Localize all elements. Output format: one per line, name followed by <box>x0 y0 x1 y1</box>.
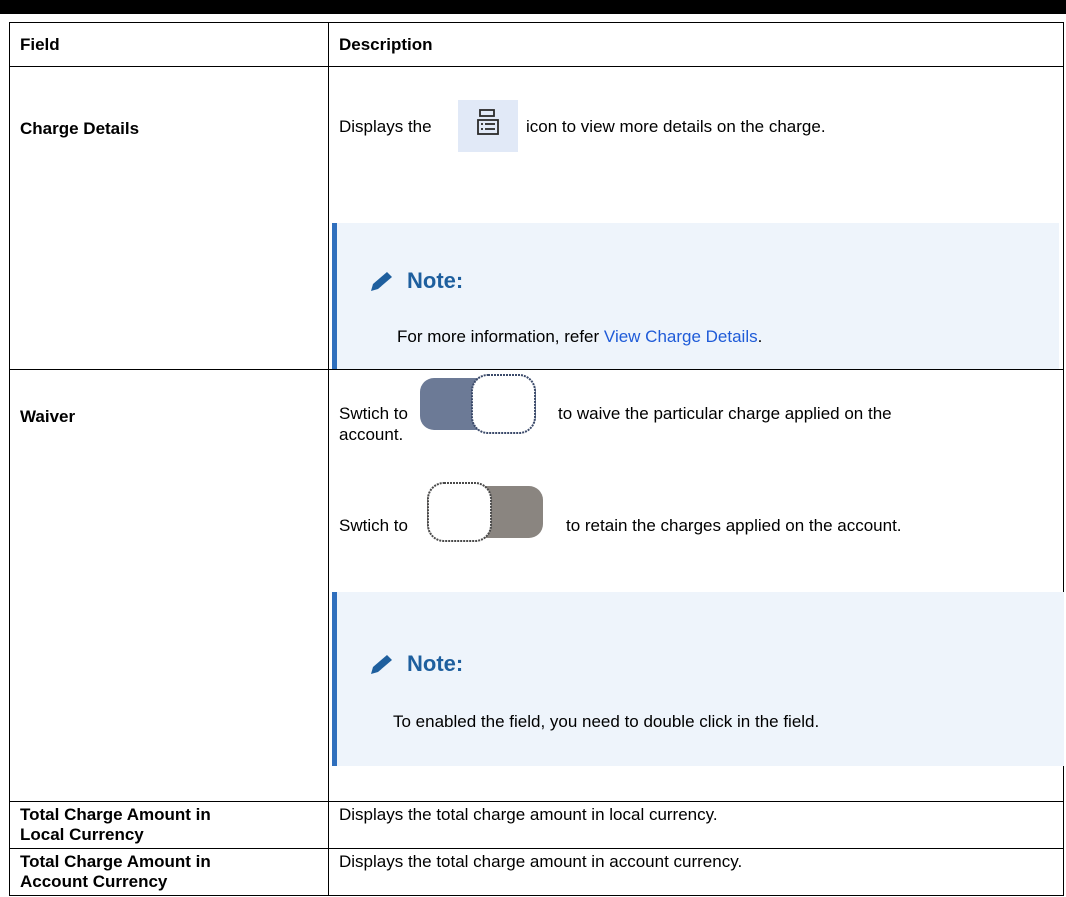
field-name: Waiver <box>20 407 76 426</box>
header-field: Field <box>9 22 329 67</box>
table-row: Charge Details Displays the icon to view… <box>9 66 1064 370</box>
table-row: Waiver Swtich to to waive the particular… <box>9 369 1064 802</box>
description: Displays the total charge amount in loca… <box>339 805 718 824</box>
top-bar <box>0 0 1066 14</box>
note-text: To enabled the field, you need to double… <box>393 712 820 731</box>
description: Displays the icon to view more details o… <box>329 67 1063 152</box>
note-title: Note: <box>407 268 464 293</box>
field-name: Charge Details <box>20 119 140 138</box>
description: Displays the total charge amount in acco… <box>339 852 743 871</box>
note-title: Note: <box>407 651 464 676</box>
toggle-off-icon[interactable] <box>425 482 545 542</box>
table-row: Total Charge Amount in Account Currency … <box>9 848 1064 896</box>
field-name: Total Charge Amount in Local Currency <box>20 805 211 844</box>
note-box: Note: To enabled the field, you need to … <box>332 592 1064 766</box>
note-box: Note: For more information, refer View C… <box>332 223 1059 369</box>
note-text: For more information, refer View Charge … <box>397 327 763 346</box>
table-row: Total Charge Amount in Local Currency Di… <box>9 801 1064 849</box>
pencil-icon <box>367 652 407 676</box>
fields-table: Field Description Charge Details Display… <box>9 22 1064 896</box>
waiver-line-1: Swtich to to waive the particular charge… <box>339 374 1059 434</box>
details-icon[interactable] <box>458 100 518 152</box>
view-charge-details-link[interactable]: View Charge Details <box>604 327 758 346</box>
header-description: Description <box>328 22 1064 67</box>
pencil-icon <box>367 269 407 293</box>
field-name: Total Charge Amount in Account Currency <box>20 852 211 891</box>
waiver-line-2: Swtich to to retain the charges applied … <box>339 482 1059 542</box>
toggle-on-icon[interactable] <box>418 374 538 434</box>
header-row: Field Description <box>9 22 1064 67</box>
